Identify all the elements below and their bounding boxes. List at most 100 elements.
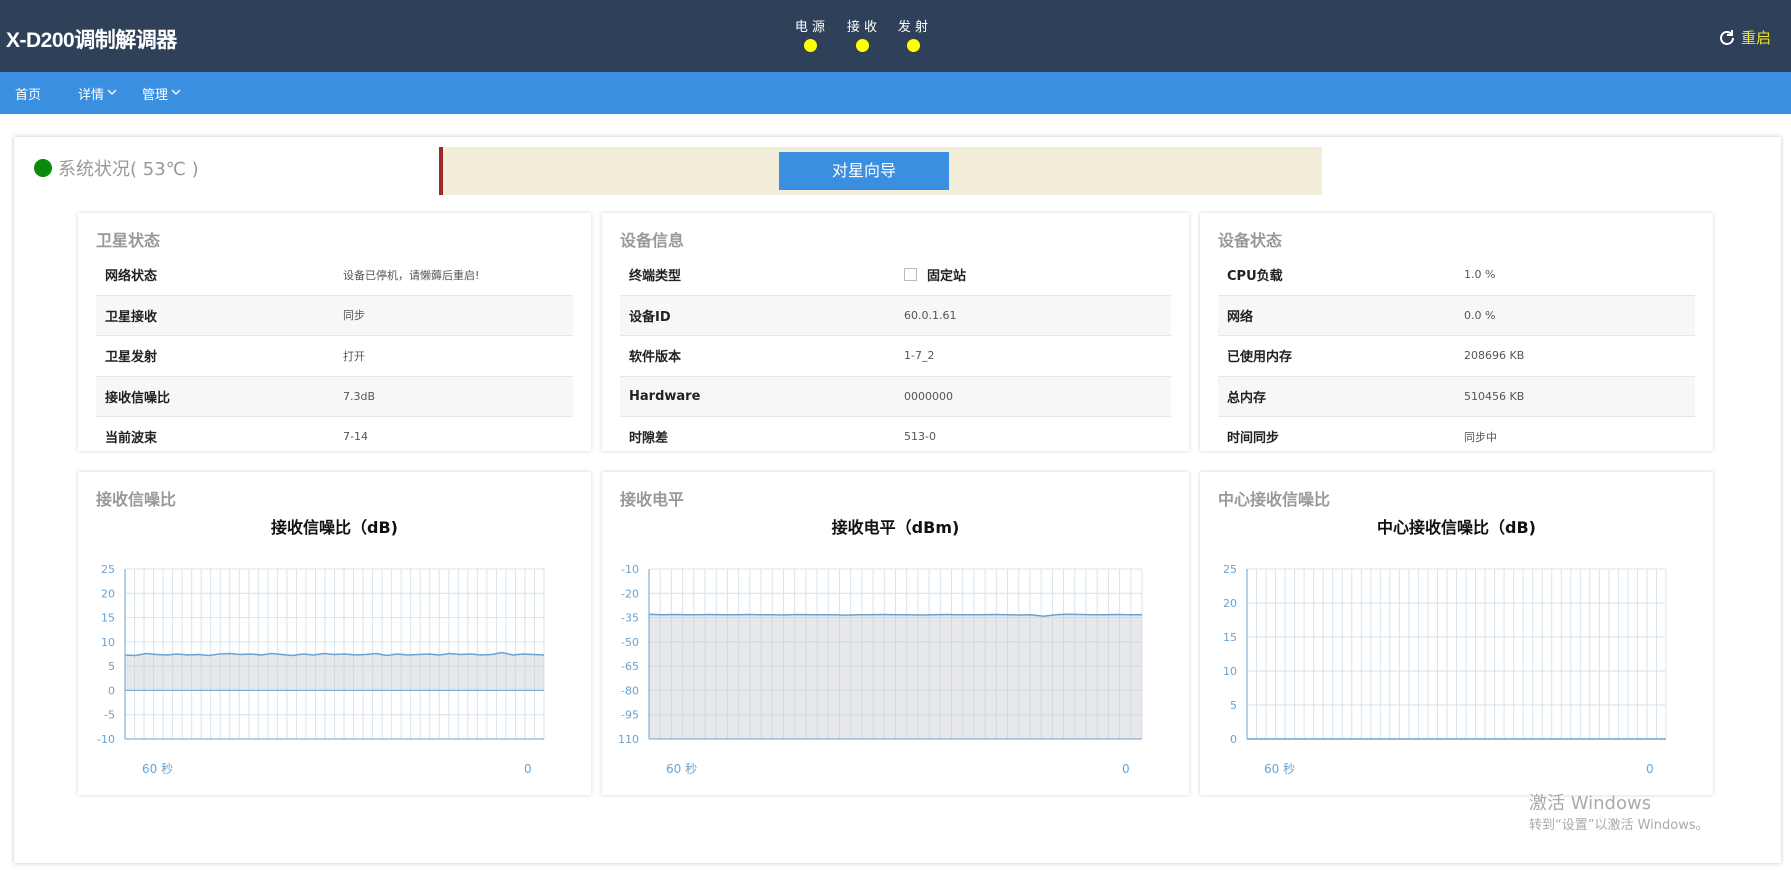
fixed-station-checkbox[interactable]	[904, 268, 917, 282]
row-value: 0.0 %	[1464, 308, 1496, 322]
indicator-receive: 接 收	[842, 20, 882, 52]
y-tick-label: 25	[101, 563, 115, 576]
series-area	[125, 652, 544, 691]
row-value: 60.0.1.61	[904, 308, 957, 322]
y-tick-label: -5	[104, 709, 115, 722]
y-tick-label: 25	[1223, 563, 1237, 576]
table-row: 设备ID 60.0.1.61	[620, 295, 1171, 336]
x-end-label: 0	[1122, 762, 1130, 776]
table-row: 总内存 510456 KB	[1218, 376, 1695, 417]
row-key: 卫星发射	[105, 350, 158, 366]
system-status-label: 系统状况( 53℃ )	[58, 159, 199, 180]
device-info-panel: 设备信息 终端类型 固定站 设备ID 60.0.1.61 软件版本 1-7_2 Har…	[602, 213, 1189, 451]
y-tick-label: -80	[621, 684, 639, 697]
row-value: 208696 KB	[1464, 349, 1525, 363]
indicator-power-dot	[803, 39, 817, 52]
top-bar: X-D200调制解调器 电 源 接 收 发 射 重启	[0, 0, 1791, 72]
satellite-guide-button[interactable]: 对星向导	[779, 152, 949, 190]
row-key: 时间同步	[1227, 431, 1280, 447]
snr-chart-panel: 接收信噪比 接收信噪比（dB) 25 20 15 10 5 0 -5 -10 60 秒0	[78, 472, 591, 795]
row-key: 网络状态	[105, 269, 158, 285]
windows-activation-watermark: 激活 Windows	[1529, 793, 1652, 814]
y-tick-label: 10	[101, 636, 115, 649]
row-key: 总内存	[1227, 390, 1267, 406]
table-row: 卫星发射 打开	[96, 336, 573, 377]
level-chart-panel: 接收电平 接收电平（dBm) -10 -20 -35 -50 -65 -80 -95 110 6…	[602, 472, 1189, 795]
panel-title: 设备状态	[1218, 231, 1283, 250]
nav-manage[interactable]: 管理	[142, 84, 182, 103]
satellite-status-panel: 卫星状态 网络状态 设备已停机，请懒薅后重启! 卫星接收 同步 卫星发射 打开 接收信…	[78, 213, 591, 451]
y-tick-label: -10	[97, 733, 115, 746]
row-key: 当前波束	[105, 431, 158, 447]
panel-title: 设备信息	[620, 231, 685, 250]
table-row: 终端类型 固定站	[620, 255, 1171, 296]
y-tick-label: -65	[621, 660, 639, 673]
y-tick-label: -10	[621, 563, 639, 576]
row-value: 7-14	[343, 430, 368, 444]
y-tick-label: 0	[1230, 733, 1237, 746]
restart-button[interactable]: 重启	[1717, 27, 1771, 48]
chevron-down-icon	[170, 86, 182, 101]
x-end-label: 0	[524, 762, 532, 776]
row-value: 1-7_2	[904, 349, 935, 363]
series-area	[649, 614, 1142, 739]
table-row: Hardware 0000000	[620, 376, 1171, 417]
row-key: 网络	[1227, 309, 1254, 325]
row-value: 0000000	[904, 389, 953, 403]
x-start-label: 60 秒	[142, 762, 173, 776]
y-tick-label: 15	[101, 612, 115, 625]
nav-bar: 首页 详情 管理	[0, 72, 1791, 114]
nav-home[interactable]: 首页	[15, 84, 41, 103]
panel-title: 卫星状态	[96, 231, 161, 250]
indicator-receive-label: 接 收	[846, 20, 878, 35]
center-snr-chart: 25 20 15 10 5 0 60 秒 0	[1223, 563, 1667, 776]
y-tick-label: 0	[108, 684, 115, 697]
level-chart: -10 -20 -35 -50 -65 -80 -95 110 60 秒 0	[618, 563, 1143, 776]
y-tick-label: -35	[621, 612, 639, 625]
y-tick-label: -50	[621, 636, 639, 649]
status-dot	[34, 159, 52, 177]
x-start-label: 60 秒	[666, 762, 697, 776]
table-row: CPU负载 1.0 %	[1218, 255, 1695, 296]
indicator-power: 电 源	[790, 20, 830, 52]
system-status: 系统状况( 53℃ )	[34, 155, 199, 181]
row-value: 打开	[343, 349, 365, 363]
table-row: 时隙差 513-0	[620, 417, 1171, 457]
row-value: 同步	[343, 309, 365, 323]
y-tick-label: -20	[621, 587, 639, 600]
table-row: 网络 0.0 %	[1218, 295, 1695, 336]
nav-manage-label: 管理	[142, 88, 169, 103]
indicator-power-label: 电 源	[794, 20, 826, 35]
row-value: 固定站	[927, 269, 967, 285]
row-value: 设备已停机，请懒薅后重启!	[343, 268, 480, 282]
nav-details-label: 详情	[78, 88, 105, 103]
row-key: CPU负载	[1227, 269, 1283, 285]
table-row: 卫星接收 同步	[96, 295, 573, 336]
indicator-transmit-label: 发 射	[897, 20, 929, 35]
row-value: 1.0 %	[1464, 268, 1496, 282]
table-row: 接收信噪比 7.3dB	[96, 376, 573, 417]
indicator-transmit-dot	[906, 39, 920, 52]
y-tick-label: 5	[1230, 699, 1237, 712]
indicator-receive-dot	[855, 39, 869, 52]
x-start-label: 60 秒	[1264, 762, 1295, 776]
device-status-table: CPU负载 1.0 % 网络 0.0 % 已使用内存 208696 KB 总内存 510…	[1218, 255, 1695, 457]
y-tick-label: 20	[101, 587, 115, 600]
windows-activation-hint: 转到“设置”以激活 Windows。	[1529, 818, 1709, 833]
indicator-transmit: 发 射	[893, 20, 933, 52]
row-value: 513-0	[904, 430, 936, 444]
y-tick-label: 10	[1223, 665, 1237, 678]
y-tick-label: 110	[618, 733, 639, 746]
y-tick-label: -95	[621, 709, 639, 722]
row-key: 终端类型	[629, 269, 682, 285]
y-tick-label: 5	[108, 660, 115, 673]
y-tick-label: 15	[1223, 631, 1237, 644]
table-row: 已使用内存 208696 KB	[1218, 336, 1695, 377]
row-value: 510456 KB	[1464, 389, 1525, 403]
nav-details[interactable]: 详情	[78, 84, 118, 103]
row-key: 软件版本	[629, 350, 682, 366]
x-end-label: 0	[1646, 762, 1654, 776]
row-value: 同步中	[1464, 430, 1497, 444]
y-tick-label: 20	[1223, 597, 1237, 610]
row-key: 设备ID	[629, 309, 671, 325]
